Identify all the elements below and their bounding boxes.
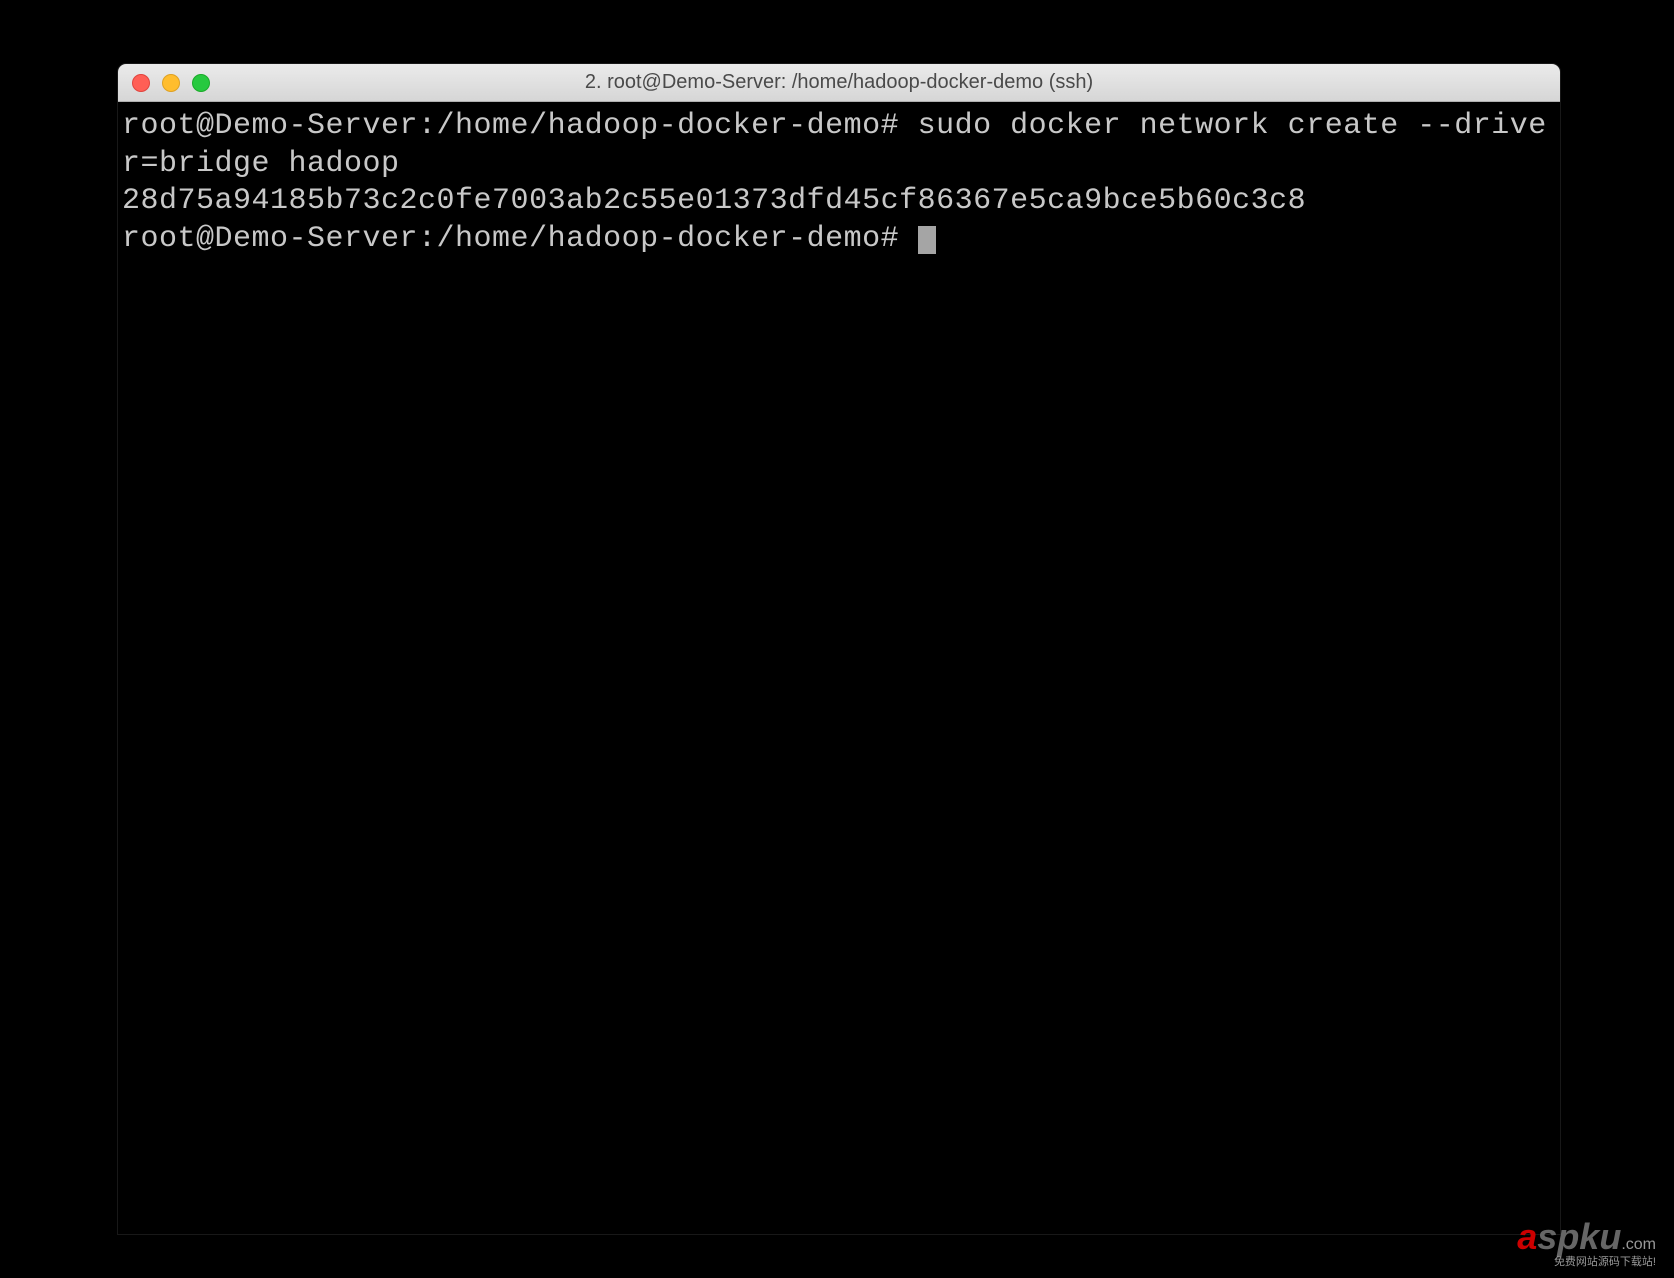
cursor-icon [918,226,936,254]
window-title: 2. root@Demo-Server: /home/hadoop-docker… [118,71,1560,94]
watermark-subtitle: 免费网站源码下载站! [1517,1257,1656,1268]
watermark-spku: spku [1537,1216,1621,1257]
terminal-body[interactable]: root@Demo-Server:/home/hadoop-docker-dem… [118,102,1560,1234]
terminal-window: 2. root@Demo-Server: /home/hadoop-docker… [118,64,1560,1234]
maximize-button[interactable] [192,74,210,92]
terminal-prompt: root@Demo-Server:/home/hadoop-docker-dem… [122,222,918,256]
terminal-line-2: 28d75a94185b73c2c0fe7003ab2c55e01373dfd4… [122,183,1556,221]
traffic-lights [118,74,210,92]
minimize-button[interactable] [162,74,180,92]
terminal-line-1: root@Demo-Server:/home/hadoop-docker-dem… [122,108,1556,183]
watermark-com: .com [1621,1236,1656,1253]
watermark-brand: aspku.com [1517,1219,1656,1255]
watermark-letter-a: a [1517,1216,1537,1257]
close-button[interactable] [132,74,150,92]
title-bar[interactable]: 2. root@Demo-Server: /home/hadoop-docker… [118,64,1560,102]
watermark: aspku.com 免费网站源码下载站! [1517,1219,1656,1268]
